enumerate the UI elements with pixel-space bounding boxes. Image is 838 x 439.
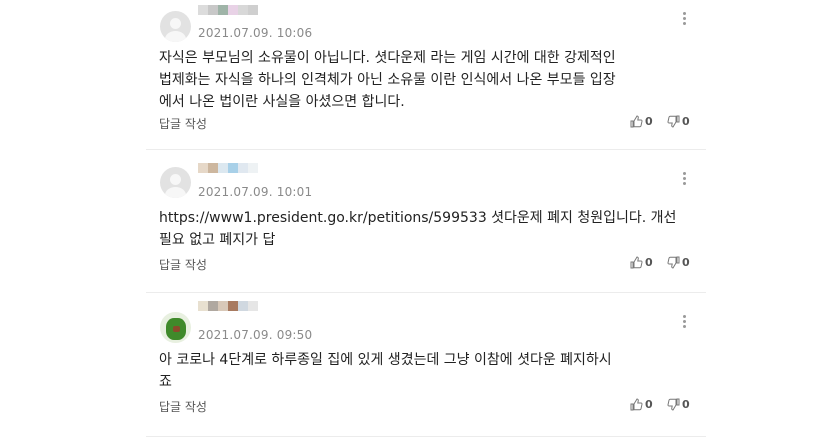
- comment-text: https://www1.president.go.kr/petitions/5…: [159, 207, 689, 251]
- more-vertical-icon[interactable]: [677, 12, 691, 27]
- comment-text: 자식은 부모님의 소유물이 아닙니다. 셧다운제 라는 게임 시간에 대한 강제…: [159, 47, 689, 113]
- like-button[interactable]: 0: [630, 256, 653, 269]
- like-count: 0: [645, 115, 653, 128]
- default-user-icon[interactable]: [160, 167, 191, 198]
- reply-button[interactable]: 답글 작성: [159, 115, 207, 132]
- comment-text-line: 아 코로나 4단계로 하루종일 집에 있게 생겼는데 그냥 이참에 셧다운 폐지…: [159, 352, 612, 368]
- comment-date: 2021.07.09. 10:01: [198, 185, 313, 199]
- comment-text-line: 에서 나온 법이란 사실을 아셨으면 합니다.: [159, 94, 405, 110]
- comment-item: 2021.07.09. 09:50 아 코로나 4단계로 하루종일 집에 있게 …: [146, 293, 706, 437]
- comment-text: 아 코로나 4단계로 하루종일 집에 있게 생겼는데 그냥 이참에 셧다운 폐지…: [159, 349, 689, 393]
- like-count: 0: [645, 256, 653, 269]
- dislike-count: 0: [682, 398, 690, 411]
- comment-item: 2021.07.09. 10:01 https://www1.president…: [146, 150, 706, 293]
- thumbs-up-icon: [630, 398, 643, 411]
- thumbs-down-icon: [667, 115, 680, 128]
- nickname-blurred[interactable]: [198, 5, 258, 23]
- comment-text-line: 자식은 부모님의 소유물이 아닙니다. 셧다운제 라는 게임 시간에 대한 강제…: [159, 50, 616, 66]
- reply-button[interactable]: 답글 작성: [159, 398, 207, 415]
- comment-date: 2021.07.09. 10:06: [198, 26, 313, 40]
- thumbs-up-icon: [630, 115, 643, 128]
- dislike-count: 0: [682, 256, 690, 269]
- more-vertical-icon[interactable]: [677, 315, 691, 330]
- dislike-count: 0: [682, 115, 690, 128]
- dislike-button[interactable]: 0: [667, 256, 690, 269]
- comment-item: 2021.07.09. 10:06 자식은 부모님의 소유물이 아닙니다. 셧다…: [146, 0, 706, 150]
- thumbs-down-icon: [667, 256, 680, 269]
- default-user-icon[interactable]: [160, 11, 191, 42]
- comment-list: 2021.07.09. 10:06 자식은 부모님의 소유물이 아닙니다. 셧다…: [146, 0, 706, 437]
- dislike-button[interactable]: 0: [667, 398, 690, 411]
- thumbs-down-icon: [667, 398, 680, 411]
- comment-text-line: 법제화는 자식을 하나의 인격체가 아닌 소유물 이란 인식에서 나온 부모들 …: [159, 72, 616, 88]
- comment-text-line: https://www1.president.go.kr/petitions/5…: [159, 210, 677, 226]
- profile-photo-icon[interactable]: [160, 312, 191, 343]
- like-button[interactable]: 0: [630, 398, 653, 411]
- comment-text-line: 필요 없고 폐지가 답: [159, 232, 276, 248]
- comment-text-line: 죠: [159, 374, 172, 390]
- nickname-blurred[interactable]: [198, 301, 258, 319]
- like-count: 0: [645, 398, 653, 411]
- dislike-button[interactable]: 0: [667, 115, 690, 128]
- nickname-blurred[interactable]: [198, 163, 258, 181]
- reply-button[interactable]: 답글 작성: [159, 256, 207, 273]
- comment-date: 2021.07.09. 09:50: [198, 328, 313, 342]
- like-button[interactable]: 0: [630, 115, 653, 128]
- thumbs-up-icon: [630, 256, 643, 269]
- more-vertical-icon[interactable]: [677, 172, 691, 187]
